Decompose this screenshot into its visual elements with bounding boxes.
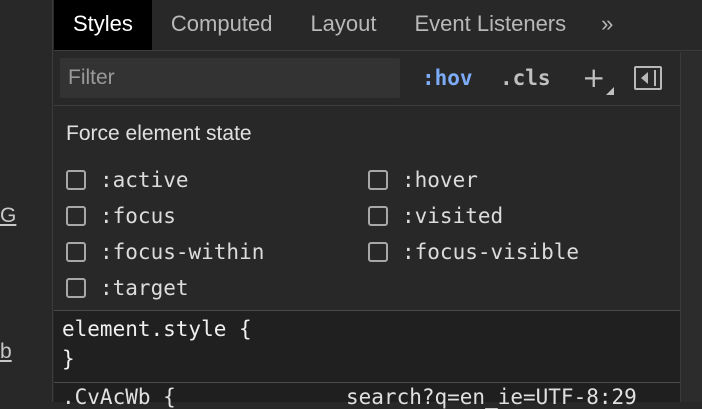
- vertical-scrollbar[interactable]: [680, 52, 702, 402]
- state-focus-within-checkbox[interactable]: [66, 242, 86, 262]
- state-target[interactable]: :target: [66, 274, 189, 302]
- state-label: :visited: [402, 204, 504, 228]
- state-label: :focus-within: [100, 240, 265, 264]
- state-label: :focus: [100, 204, 176, 228]
- state-hover-checkbox[interactable]: [368, 170, 388, 190]
- new-style-rule-icon[interactable]: +: [582, 62, 605, 94]
- new-style-rule-menu-icon[interactable]: [606, 87, 614, 95]
- state-hover[interactable]: :hover: [368, 166, 478, 194]
- tab-layout[interactable]: Layout: [291, 0, 395, 50]
- state-target-checkbox[interactable]: [66, 278, 86, 298]
- state-focus-visible[interactable]: :focus-visible: [368, 238, 579, 266]
- element-style-close-brace: }: [62, 347, 75, 371]
- rule-selector[interactable]: .CvAcWb {: [62, 385, 176, 409]
- sidebar-tabs: Styles Computed Layout Event Listeners »: [54, 0, 702, 51]
- elements-panel-gutter: G b: [0, 0, 53, 402]
- toggle-sidebar-arrow-icon: [641, 72, 648, 84]
- state-focus-checkbox[interactable]: [66, 206, 86, 226]
- state-active[interactable]: :active: [66, 166, 189, 194]
- state-label: :target: [100, 276, 189, 300]
- styles-pane: Styles Computed Layout Event Listeners »…: [54, 0, 702, 409]
- tab-computed[interactable]: Computed: [152, 0, 292, 50]
- state-label: :active: [100, 168, 189, 192]
- tab-styles[interactable]: Styles: [54, 0, 152, 50]
- cls-toggle-button[interactable]: .cls: [500, 62, 551, 94]
- force-state-title: Force element state: [66, 122, 252, 145]
- state-active-checkbox[interactable]: [66, 170, 86, 190]
- style-rules: element.style { } .CvAcWb { search?q=en_…: [54, 311, 702, 409]
- element-style-selector[interactable]: element.style {: [62, 317, 252, 341]
- hov-toggle-button[interactable]: :hov: [422, 62, 473, 94]
- tab-event-listeners[interactable]: Event Listeners: [396, 0, 586, 50]
- styles-toolbar: :hov .cls +: [54, 51, 702, 106]
- state-label: :hover: [402, 168, 478, 192]
- element-style-rule[interactable]: element.style { }: [54, 311, 702, 383]
- state-visited[interactable]: :visited: [368, 202, 503, 230]
- more-tabs-icon[interactable]: »: [585, 0, 624, 50]
- toggle-sidebar-bar-icon: [654, 70, 656, 86]
- toggle-sidebar-icon[interactable]: [634, 66, 662, 90]
- state-label: :focus-visible: [402, 240, 580, 264]
- rule-source-link[interactable]: search?q=en_ie=UTF-8:29: [346, 385, 637, 409]
- gutter-text[interactable]: b: [0, 340, 12, 364]
- force-element-state-section: Force element state :active :hover :focu…: [54, 106, 702, 311]
- state-visited-checkbox[interactable]: [368, 206, 388, 226]
- gutter-text[interactable]: G: [0, 204, 16, 228]
- state-focus[interactable]: :focus: [66, 202, 176, 230]
- filter-input[interactable]: [60, 58, 400, 98]
- state-focus-visible-checkbox[interactable]: [368, 242, 388, 262]
- state-focus-within[interactable]: :focus-within: [66, 238, 264, 266]
